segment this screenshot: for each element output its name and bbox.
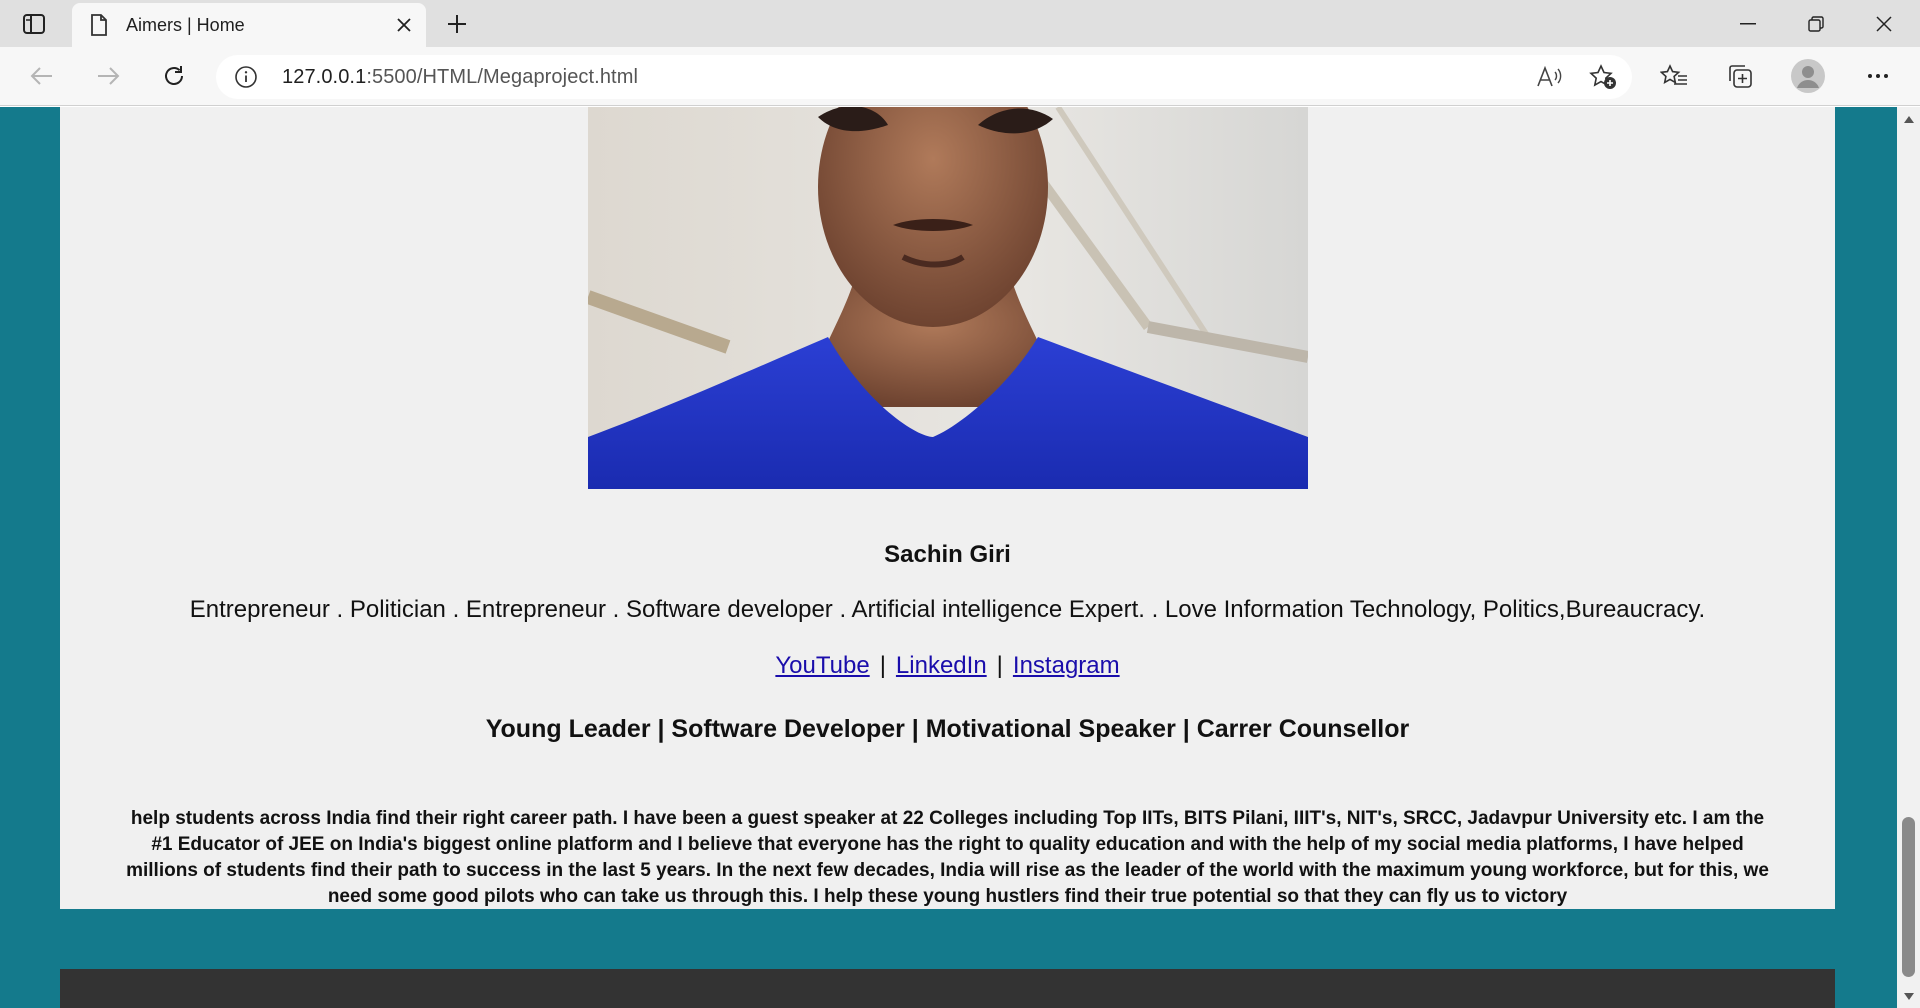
favorites-button[interactable] (1654, 56, 1694, 96)
forward-button[interactable] (88, 56, 128, 96)
page-icon (91, 14, 107, 36)
profile-name: Sachin Giri (884, 541, 1011, 568)
read-aloud-icon (1537, 66, 1562, 87)
minimize-button[interactable] (1714, 0, 1782, 47)
page-scrollbar[interactable] (1897, 107, 1920, 1008)
profile-card: Sachin Giri Entrepreneur . Politician . … (60, 107, 1835, 909)
link-separator: | (879, 652, 886, 679)
collections-button[interactable] (1720, 56, 1760, 96)
tab-title: Aimers | Home (126, 15, 245, 35)
close-icon (1876, 15, 1892, 32)
page-viewport: Sachin Giri Entrepreneur . Politician . … (0, 107, 1920, 1008)
settings-menu-button[interactable] (1858, 56, 1898, 96)
url-host: 127.0.0.1 (282, 66, 367, 88)
youtube-link[interactable]: YouTube (775, 652, 869, 679)
url-text[interactable]: 127.0.0.1:5500/HTML/Megaproject.html (282, 66, 638, 89)
profile-roles: Young Leader | Software Developer | Moti… (485, 715, 1410, 743)
browser-tab-active[interactable]: Aimers | Home (72, 3, 426, 47)
read-aloud-button[interactable] (1534, 63, 1564, 91)
portrait-image (588, 107, 1308, 489)
page-footer (60, 969, 1835, 1008)
profile-button[interactable] (1788, 56, 1828, 96)
scroll-up-button[interactable] (1897, 111, 1920, 127)
url-path: :5500/HTML/Megaproject.html (366, 66, 639, 88)
social-links: YouTube | LinkedIn | Instagram (60, 652, 1835, 680)
back-arrow-icon (30, 67, 52, 85)
caret-down-icon (1903, 992, 1914, 1000)
new-tab-button[interactable] (440, 8, 474, 40)
tab-close-button[interactable] (392, 13, 416, 37)
close-window-button[interactable] (1850, 0, 1918, 47)
refresh-icon (165, 66, 183, 85)
favorites-icon (1660, 64, 1687, 85)
more-options-icon (1868, 74, 1888, 78)
add-favorite-button[interactable] (1588, 63, 1618, 91)
plus-icon (448, 15, 466, 33)
back-button[interactable] (22, 56, 62, 96)
browser-toolbar: 127.0.0.1:5500/HTML/Megaproject.html (0, 47, 1920, 106)
link-separator: | (996, 652, 1003, 679)
restore-button[interactable] (1782, 0, 1850, 47)
avatar (1791, 59, 1825, 93)
tab-strip: Aimers | Home (0, 0, 1920, 47)
info-icon (235, 66, 257, 88)
tab-actions-button[interactable] (18, 10, 50, 38)
profile-tagline: Entrepreneur . Politician . Entrepreneur… (189, 596, 1706, 623)
minimize-icon (1740, 22, 1756, 24)
address-bar[interactable]: 127.0.0.1:5500/HTML/Megaproject.html (216, 55, 1632, 99)
profile-bio: help students across India find their ri… (126, 808, 1769, 907)
instagram-link[interactable]: Instagram (1013, 652, 1120, 679)
linkedin-link[interactable]: LinkedIn (896, 652, 987, 679)
collections-icon (1729, 65, 1752, 88)
restore-icon (1808, 15, 1824, 32)
scroll-down-button[interactable] (1897, 988, 1920, 1004)
forward-arrow-icon (98, 67, 120, 85)
close-icon (397, 18, 411, 32)
sidebar-tabs-icon (23, 14, 45, 34)
refresh-button[interactable] (154, 56, 194, 96)
caret-up-icon (1903, 115, 1914, 123)
profile-photo (588, 107, 1308, 489)
star-add-icon (1589, 64, 1616, 89)
scroll-thumb[interactable] (1902, 817, 1915, 977)
